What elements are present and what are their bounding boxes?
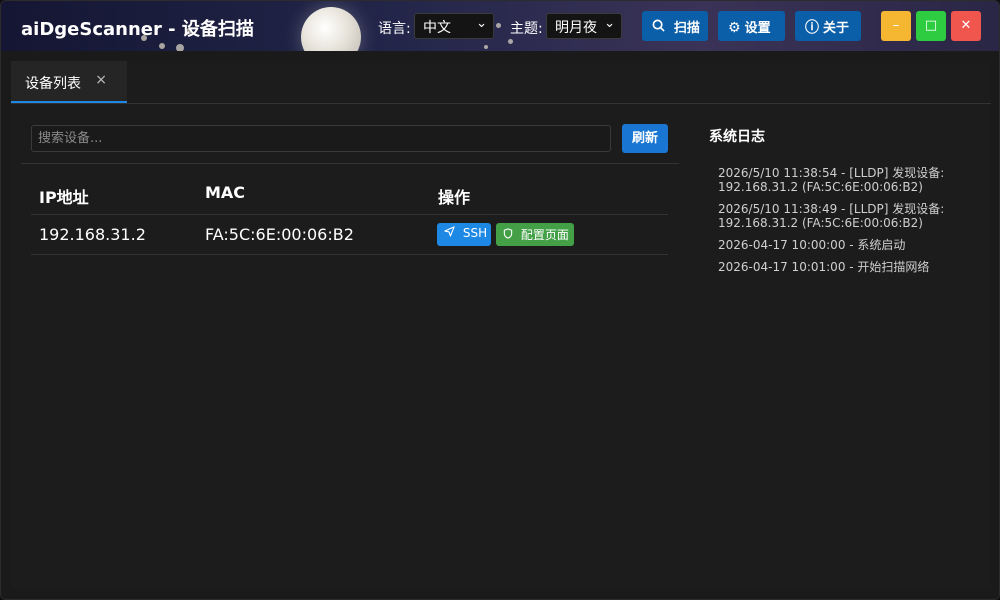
star-decoration <box>159 43 165 49</box>
maximize-button[interactable]: □ <box>916 11 946 41</box>
log-list: 2026/5/10 11:38:54 - [LLDP] 发现设备: 192.16… <box>718 166 958 282</box>
star-decoration <box>496 23 501 28</box>
gear-icon: ⚙ <box>728 20 741 36</box>
log-entry: 2026-04-17 10:00:00 - 系统启动 <box>718 238 906 252</box>
theme-label: 主题: <box>510 21 543 37</box>
minimize-button[interactable]: – <box>881 11 911 41</box>
log-entry: 2026-04-17 10:01:00 - 开始扫描网络 <box>718 260 930 274</box>
device-panel: 刷新 IP地址 MAC 操作 192.168.31.2 FA:5C:6E:00:… <box>11 104 991 589</box>
table-row-divider <box>31 254 668 255</box>
language-select[interactable]: 中文 ⌄ <box>414 13 494 39</box>
theme-select[interactable]: 明月夜 ⌄ <box>546 13 622 39</box>
refresh-button[interactable]: 刷新 <box>622 124 668 153</box>
divider <box>21 163 679 164</box>
close-button[interactable]: ✕ <box>951 11 981 41</box>
settings-button[interactable]: ⚙ 设置 <box>718 11 785 41</box>
log-title: 系统日志 <box>709 129 765 145</box>
cell-mac: FA:5C:6E:00:06:B2 <box>205 225 354 244</box>
title-bar[interactable]: aiDgeScanner - 设备扫描 语言: 中文 ⌄ 主题: 明月夜 ⌄ 扫… <box>1 1 999 51</box>
log-entry: 2026/5/10 11:38:49 - [LLDP] 发现设备: 192.16… <box>718 202 945 230</box>
search-input[interactable] <box>31 125 611 152</box>
tab-bar: 设备列表 × <box>11 61 991 104</box>
scan-button[interactable]: 扫描 <box>642 11 708 41</box>
config-page-button[interactable]: 配置页面 <box>496 223 574 246</box>
tab-device-list[interactable]: 设备列表 × <box>11 61 127 103</box>
app-window: aiDgeScanner - 设备扫描 语言: 中文 ⌄ 主题: 明月夜 ⌄ 扫… <box>0 0 1000 600</box>
log-entry: 2026/5/10 11:38:54 - [LLDP] 发现设备: 192.16… <box>718 166 945 194</box>
info-icon: ⓘ <box>805 20 819 36</box>
config-page-button-label: 配置页面 <box>520 228 569 242</box>
ssh-button-label: SSH <box>462 226 488 240</box>
column-header-ip: IP地址 <box>39 188 89 207</box>
moon-decoration <box>301 7 361 51</box>
app-title: aiDgeScanner - 设备扫描 <box>21 19 254 40</box>
chevron-down-icon: ⌄ <box>476 16 487 31</box>
column-header-mac: MAC <box>205 183 246 202</box>
language-select-value: 中文 <box>423 20 451 36</box>
tab-label: 设备列表 <box>25 76 81 92</box>
cell-ip: 192.168.31.2 <box>39 225 146 244</box>
about-button[interactable]: ⓘ 关于 <box>795 11 861 41</box>
send-icon <box>444 226 459 240</box>
scan-button-label: 扫描 <box>673 21 700 36</box>
table-header-divider <box>31 214 668 215</box>
about-button-label: 关于 <box>823 21 850 36</box>
chevron-down-icon: ⌄ <box>604 16 615 31</box>
ssh-button[interactable]: SSH <box>437 223 491 246</box>
settings-button-label: 设置 <box>744 21 771 36</box>
star-decoration <box>508 39 513 44</box>
shield-icon <box>503 228 517 242</box>
language-label: 语言: <box>378 21 411 37</box>
theme-select-value: 明月夜 <box>555 20 597 36</box>
column-header-actions: 操作 <box>438 188 471 207</box>
close-icon[interactable]: × <box>95 72 107 88</box>
star-decoration <box>484 45 488 49</box>
search-icon <box>652 19 670 36</box>
star-decoration <box>176 44 184 51</box>
